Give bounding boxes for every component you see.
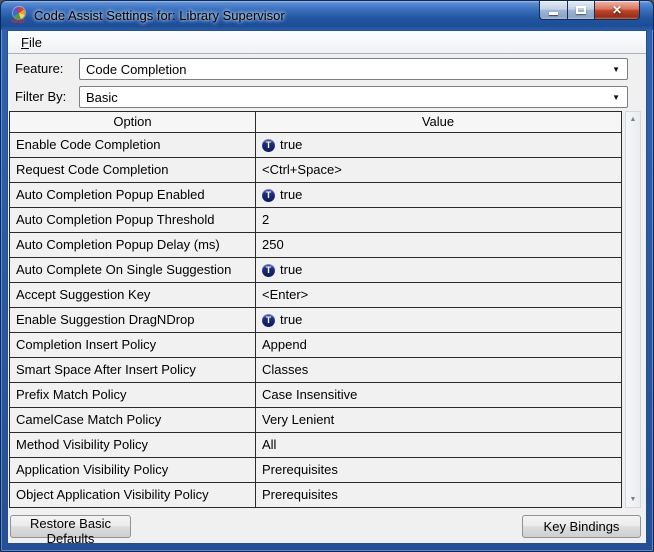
option-cell: Prefix Match Policy xyxy=(10,383,255,407)
restore-defaults-button[interactable]: Restore Basic Defaults xyxy=(10,515,131,538)
filter-by-dropdown-value: Basic xyxy=(86,90,612,105)
options-table: Option Value Enable Code CompletionTtrue… xyxy=(9,111,622,508)
value-cell: Ttrue xyxy=(255,183,621,207)
table-row[interactable]: Smart Space After Insert PolicyClasses xyxy=(10,358,621,383)
scroll-down-icon[interactable]: ▼ xyxy=(630,492,637,507)
true-icon: T xyxy=(262,314,275,327)
option-cell: Request Code Completion xyxy=(10,158,255,182)
client-area: File Feature: Code Completion ▼ Filter B… xyxy=(7,30,647,544)
titlebar[interactable]: VAST Code Assist Settings for: Library S… xyxy=(1,1,653,30)
value-cell: Ttrue xyxy=(255,258,621,282)
vast-pinwheel-icon xyxy=(13,7,25,19)
option-cell: Method Visibility Policy xyxy=(10,433,255,457)
vast-label: VAST xyxy=(11,20,25,25)
value-cell: All xyxy=(255,433,621,457)
close-button[interactable]: ✕ xyxy=(594,0,640,20)
table-row[interactable]: Accept Suggestion Key<Enter> xyxy=(10,283,621,308)
option-cell: Smart Space After Insert Policy xyxy=(10,358,255,382)
true-icon: T xyxy=(262,189,275,202)
chevron-down-icon: ▼ xyxy=(612,93,627,102)
option-column-header: Option xyxy=(10,112,255,132)
option-cell: Auto Complete On Single Suggestion xyxy=(10,258,255,282)
chevron-down-icon: ▼ xyxy=(612,65,627,74)
option-cell: Completion Insert Policy xyxy=(10,333,255,357)
option-cell: Accept Suggestion Key xyxy=(10,283,255,307)
settings-window: VAST Code Assist Settings for: Library S… xyxy=(0,0,654,552)
menu-item-file[interactable]: File xyxy=(14,33,49,52)
table-body: Enable Code CompletionTtrueRequest Code … xyxy=(10,133,621,508)
value-cell: Ttrue xyxy=(255,308,621,332)
option-cell: Auto Completion Popup Delay (ms) xyxy=(10,233,255,257)
value-cell: Ttrue xyxy=(255,133,621,157)
option-cell: Auto Completion Popup Threshold xyxy=(10,208,255,232)
filter-by-dropdown[interactable]: Basic ▼ xyxy=(79,86,628,108)
scroll-up-icon[interactable]: ▲ xyxy=(630,112,637,127)
minimize-button[interactable] xyxy=(539,0,568,20)
table-row[interactable]: Object Application Visibility PolicyPrer… xyxy=(10,483,621,508)
table-header: Option Value xyxy=(10,112,621,133)
menu-bar: File xyxy=(8,31,646,54)
value-cell: <Enter> xyxy=(255,283,621,307)
value-cell: Case Insensitive xyxy=(255,383,621,407)
minimize-icon xyxy=(549,12,558,15)
value-cell: Very Lenient xyxy=(255,408,621,432)
table-row[interactable]: Auto Completion Popup Threshold2 xyxy=(10,208,621,233)
table-row[interactable]: Method Visibility PolicyAll xyxy=(10,433,621,458)
feature-dropdown[interactable]: Code Completion ▼ xyxy=(79,58,628,80)
key-bindings-button[interactable]: Key Bindings xyxy=(522,515,641,538)
value-cell: Prerequisites xyxy=(255,458,621,482)
table-row[interactable]: Enable Code CompletionTtrue xyxy=(10,133,621,158)
option-cell: Object Application Visibility Policy xyxy=(10,483,255,507)
true-icon: T xyxy=(262,139,275,152)
value-cell: Classes xyxy=(255,358,621,382)
table-row[interactable]: Request Code Completion<Ctrl+Space> xyxy=(10,158,621,183)
value-cell: 250 xyxy=(255,233,621,257)
vertical-scrollbar[interactable]: ▲ ▼ xyxy=(625,111,641,508)
table-row[interactable]: Auto Completion Popup Delay (ms)250 xyxy=(10,233,621,258)
value-cell: 2 xyxy=(255,208,621,232)
option-cell: Enable Suggestion DragNDrop xyxy=(10,308,255,332)
maximize-icon xyxy=(576,6,586,14)
feature-label: Feature: xyxy=(15,58,63,80)
close-icon: ✕ xyxy=(612,4,622,16)
table-row[interactable]: Prefix Match PolicyCase Insensitive xyxy=(10,383,621,408)
feature-dropdown-value: Code Completion xyxy=(86,62,612,77)
maximize-button[interactable] xyxy=(567,0,595,20)
window-controls: ✕ xyxy=(539,0,640,20)
true-icon: T xyxy=(262,264,275,277)
table-row[interactable]: Enable Suggestion DragNDropTtrue xyxy=(10,308,621,333)
table-row[interactable]: Auto Complete On Single SuggestionTtrue xyxy=(10,258,621,283)
table-row[interactable]: Application Visibility PolicyPrerequisit… xyxy=(10,458,621,483)
option-cell: Auto Completion Popup Enabled xyxy=(10,183,255,207)
value-column-header: Value xyxy=(255,112,621,132)
table-row[interactable]: Auto Completion Popup EnabledTtrue xyxy=(10,183,621,208)
option-cell: CamelCase Match Policy xyxy=(10,408,255,432)
value-cell: Prerequisites xyxy=(255,483,621,507)
option-cell: Application Visibility Policy xyxy=(10,458,255,482)
value-cell: <Ctrl+Space> xyxy=(255,158,621,182)
window-title: Code Assist Settings for: Library Superv… xyxy=(34,8,285,23)
table-row[interactable]: Completion Insert PolicyAppend xyxy=(10,333,621,358)
value-cell: Append xyxy=(255,333,621,357)
option-cell: Enable Code Completion xyxy=(10,133,255,157)
table-row[interactable]: CamelCase Match PolicyVery Lenient xyxy=(10,408,621,433)
app-icon: VAST xyxy=(10,7,27,25)
filter-by-label: Filter By: xyxy=(15,86,66,108)
